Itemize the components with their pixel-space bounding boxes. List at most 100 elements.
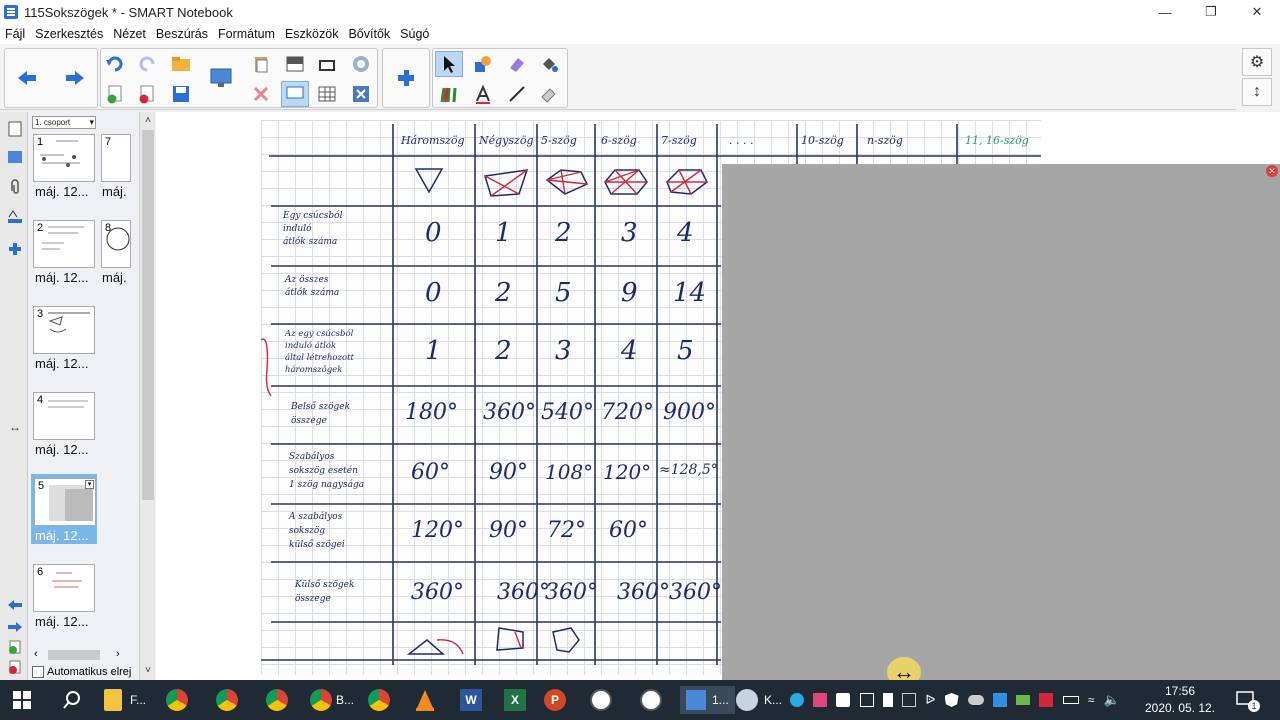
taskbar-chrome-4[interactable]: B... [310,686,354,714]
close-shade-icon[interactable]: ✕ [1266,165,1278,177]
paste-button[interactable] [247,51,275,77]
eraser-highlight-tool[interactable] [503,51,531,77]
taskbar-chrome-1[interactable] [166,686,188,714]
add-page-button[interactable] [101,81,129,107]
page-thumbnail-5[interactable]: 5 ▾ [34,478,96,526]
screen-shade-panel[interactable] [722,164,1280,680]
menu-help[interactable]: Súgó [395,27,434,41]
table-button[interactable] [313,81,341,107]
undo-button[interactable] [101,51,129,77]
taskbar-chrome-3[interactable] [266,686,288,714]
screen-button[interactable] [281,81,309,107]
addons-button[interactable] [392,65,420,91]
scroll-up-icon[interactable]: ˄ [140,112,156,128]
back-button[interactable] [13,65,41,91]
taskbar-vlc[interactable] [414,686,436,714]
start-button[interactable] [12,686,32,714]
toolbar-position-button[interactable]: ↕ [1242,78,1272,106]
page-thumbnail-3[interactable]: 3 [33,306,95,354]
minimize-button[interactable]: — [1142,0,1188,24]
menu-addons[interactable]: Bővítők [343,27,395,41]
scroll-down-icon[interactable]: ˅ [140,662,156,678]
shield-icon[interactable] [944,693,959,707]
sorter-vertical-scrollbar[interactable]: ˄ ˅ [139,112,155,680]
tray-app-icon[interactable] [1039,693,1054,707]
taskbar-word[interactable]: W [460,686,482,714]
next-page-button[interactable] [6,618,24,636]
previous-page-button[interactable] [6,596,24,614]
battery-icon[interactable] [1062,696,1079,704]
tray-app-icon[interactable] [1016,695,1031,705]
text-tool[interactable] [469,81,497,107]
save-button[interactable] [167,81,195,107]
attachments-tab[interactable] [6,178,24,196]
line-tool[interactable] [503,81,531,107]
delete-page-button[interactable] [133,81,161,107]
strip-delete-page-button[interactable] [6,658,24,676]
scroll-right-icon[interactable]: › [116,648,120,660]
whiteboard-canvas[interactable]: Háromszög Négyszög 5-szög 6-szög 7-szög … [156,112,1280,687]
taskbar-app-k[interactable]: K... [736,686,782,714]
tray-app-icon[interactable] [790,693,804,707]
shapes-tool[interactable] [469,51,497,77]
auto-hide-checkbox[interactable] [32,666,44,678]
close-button[interactable]: ✕ [1234,0,1280,24]
tray-app-icon[interactable] [859,693,874,707]
select-tool[interactable] [435,51,463,77]
menu-file[interactable]: Fájl [0,27,30,41]
menu-view[interactable]: Nézet [108,27,151,41]
wifi-icon[interactable]: ≈ [1088,693,1095,707]
addons-tab[interactable] [6,240,24,258]
search-button[interactable] [62,686,82,714]
menu-format[interactable]: Formátum [213,27,280,41]
page-sorter-tab[interactable] [6,120,24,138]
screenshade-button[interactable] [281,51,309,77]
cloud-icon[interactable] [967,695,984,705]
scroll-thumb[interactable] [48,650,100,660]
taskbar-explorer[interactable]: F... [104,686,146,714]
page-thumbnail-6[interactable]: 6 [33,564,95,612]
redo-button[interactable] [133,51,161,77]
page-thumbnail-4[interactable]: 4 [33,392,95,440]
page-thumbnail-1[interactable]: 1 [33,134,95,182]
display-button[interactable] [207,65,235,91]
page-menu-dropdown[interactable]: ▾ [85,480,94,489]
tray-app-icon[interactable] [836,693,851,707]
taskbar-chrome-5[interactable] [368,686,390,714]
delete-button[interactable] [247,81,275,107]
taskbar-powerpoint[interactable]: P [544,686,566,714]
pens-tool[interactable] [435,81,463,107]
open-button[interactable] [167,51,195,77]
page-thumbnail-7[interactable]: 7 [101,134,131,182]
menu-edit[interactable]: Szerkesztés [30,27,108,41]
menu-insert[interactable]: Beszúrás [151,27,213,41]
fill-tool[interactable] [535,51,563,77]
fullscreen-button[interactable] [313,51,341,77]
clear-button[interactable] [347,81,375,107]
volume-icon[interactable]: 🔈 [1104,692,1120,708]
tray-app-icon[interactable] [992,693,1007,707]
page-thumbnail-2[interactable]: 2 [33,220,95,268]
tray-app-icon[interactable] [902,693,917,707]
forward-button[interactable] [61,65,89,91]
strip-add-page-button[interactable] [6,638,24,656]
group-selector[interactable]: 1. csoport [32,116,96,129]
resize-panel-handle[interactable]: ↔ [6,418,24,436]
scroll-thumb[interactable] [142,130,154,500]
notification-center-button[interactable]: 1 [1236,686,1260,714]
bluetooth-icon[interactable]: ᐉ [925,692,935,708]
scroll-left-icon[interactable]: ‹ [34,648,38,660]
taskbar-excel[interactable]: X [504,686,526,714]
clock[interactable]: 17:56 2020. 05. 12. [1140,683,1220,717]
menu-tools[interactable]: Eszközök [280,27,344,41]
sorter-horizontal-scrollbar[interactable]: ‹ › [28,648,138,662]
properties-button[interactable]: ⚙ [1242,48,1272,76]
tray-app-icon[interactable] [813,693,828,707]
taskbar-smart-notebook[interactable]: 1... [680,686,735,714]
restore-button[interactable]: ❐ [1188,0,1234,24]
taskbar-chrome-2[interactable] [216,686,238,714]
taskbar-geogebra-1[interactable] [590,686,612,714]
properties-tab[interactable] [6,208,24,226]
taskbar-geogebra-2[interactable] [640,686,662,714]
tray-app-icon[interactable] [882,693,893,707]
